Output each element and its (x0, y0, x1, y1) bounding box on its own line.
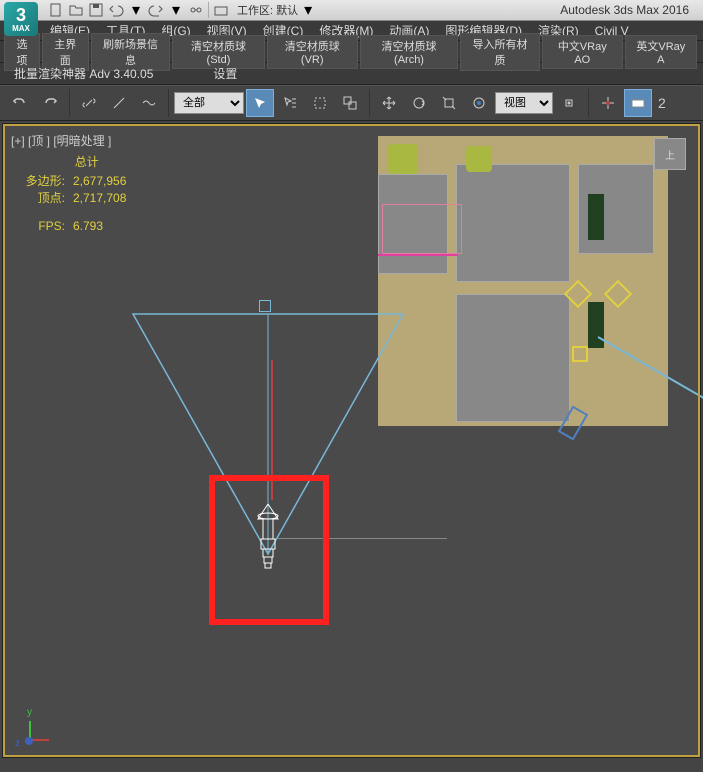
undo-icon[interactable] (106, 1, 126, 19)
app-icon-label: MAX (12, 24, 30, 33)
undo-button[interactable] (6, 89, 34, 117)
keyboard-shortcut-button[interactable] (624, 89, 652, 117)
object (588, 194, 604, 240)
select-by-name-button[interactable] (276, 89, 304, 117)
toolbar-separator (369, 89, 370, 117)
tb-vrayao-cn[interactable]: 中文VRay AO (542, 35, 623, 69)
window-title: Autodesk 3ds Max 2016 (560, 3, 689, 17)
new-file-icon[interactable] (46, 1, 66, 19)
title-bar: 3 MAX ▾ ▾ 工作区: 默认 ▾ Autodesk 3ds Max 201… (0, 0, 703, 21)
tb-importmat[interactable]: 导入所有材质 (460, 33, 540, 71)
pivot-center-button[interactable] (555, 89, 583, 117)
selection-filter-dropdown[interactable]: 全部 (174, 92, 244, 114)
page-indicator: 2 (658, 95, 666, 111)
scale-button[interactable] (435, 89, 463, 117)
move-button[interactable] (375, 89, 403, 117)
stats-title: 总计 (47, 154, 126, 171)
stats-fps-value: 6.793 (73, 218, 103, 235)
quick-access-toolbar: ▾ ▾ 工作区: 默认 ▾ (46, 1, 318, 19)
rotate-button[interactable] (405, 89, 433, 117)
helper-line (378, 254, 458, 256)
secondary-toolbar: 选项 主界面 刷新场景信息 清空材质球(Std) 清空材质球(VR) 清空材质球… (0, 41, 703, 63)
unlink-button[interactable] (105, 89, 133, 117)
helper-rect (382, 204, 462, 254)
stats-verts-value: 2,717,708 (73, 190, 126, 207)
tb-clearmat-std[interactable]: 清空材质球(Std) (172, 35, 264, 69)
camera-target-line (598, 336, 703, 418)
object (588, 302, 604, 348)
furniture (466, 146, 492, 172)
placement-button[interactable] (465, 89, 493, 117)
stats-polys-label: 多边形: (17, 173, 65, 190)
light-gizmo (604, 280, 632, 308)
viewport-container: [+] [顶 ] [明暗处理 ] 总计 多边形: 2,677,956 顶点: 2,7… (2, 123, 701, 758)
toolbar-separator (588, 89, 589, 117)
light-gizmo (572, 346, 588, 362)
camera-target (259, 300, 271, 312)
stats-fps-label: FPS: (17, 218, 65, 235)
bind-spacewarp-button[interactable] (135, 89, 163, 117)
window-crossing-button[interactable] (336, 89, 364, 117)
tb-vrayao-en[interactable]: 英文VRay A (625, 35, 697, 69)
select-region-rect-button[interactable] (306, 89, 334, 117)
viewport-statistics: 总计 多边形: 2,677,956 顶点: 2,717,708 FPS: 6.793 (17, 154, 126, 235)
toolbar-separator (69, 89, 70, 117)
plugin-name: 批量渲染神器 Adv 3.40.05 (14, 65, 153, 82)
tb-clearmat-vr[interactable]: 清空材质球(VR) (267, 35, 358, 69)
viewport-label[interactable]: [+] [顶 ] [明暗处理 ] (11, 132, 111, 149)
redo-dropdown-icon[interactable]: ▾ (166, 1, 186, 19)
app-icon-glyph: 3 (16, 6, 26, 24)
annotation-highlight-box (209, 475, 329, 625)
viewcube-top-face[interactable]: 上 (654, 138, 686, 170)
project-icon[interactable] (211, 1, 231, 19)
workspace-dropdown-icon[interactable]: ▾ (298, 1, 318, 19)
link-icon[interactable] (186, 1, 206, 19)
room (456, 294, 570, 422)
room (456, 164, 570, 282)
toolbar-separator (168, 89, 169, 117)
app-icon[interactable]: 3 MAX (4, 2, 38, 36)
axis-z-icon (25, 737, 33, 745)
manipulate-button[interactable] (594, 89, 622, 117)
viewcube[interactable]: 上 (645, 129, 695, 179)
ref-coord-dropdown[interactable]: 视图 (495, 92, 553, 114)
workspace-label: 工作区: 默认 (237, 2, 298, 18)
viewport-top[interactable]: [+] [顶 ] [明暗处理 ] 总计 多边形: 2,677,956 顶点: 2,7… (3, 124, 700, 757)
plugin-settings[interactable]: 设置 (213, 65, 237, 82)
main-toolbar: 全部 视图 2 (0, 85, 703, 121)
undo-dropdown-icon[interactable]: ▾ (126, 1, 146, 19)
link-button[interactable] (75, 89, 103, 117)
stats-polys-value: 2,677,956 (73, 173, 126, 190)
tb-clearmat-arch[interactable]: 清空材质球(Arch) (360, 35, 458, 69)
stats-verts-label: 顶点: (17, 190, 65, 207)
select-object-button[interactable] (246, 89, 274, 117)
redo-icon[interactable] (146, 1, 166, 19)
furniture (388, 144, 418, 174)
qat-separator (208, 2, 209, 18)
axis-gizmo (11, 709, 51, 749)
open-file-icon[interactable] (66, 1, 86, 19)
redo-button[interactable] (36, 89, 64, 117)
floorplan (378, 136, 668, 426)
save-icon[interactable] (86, 1, 106, 19)
